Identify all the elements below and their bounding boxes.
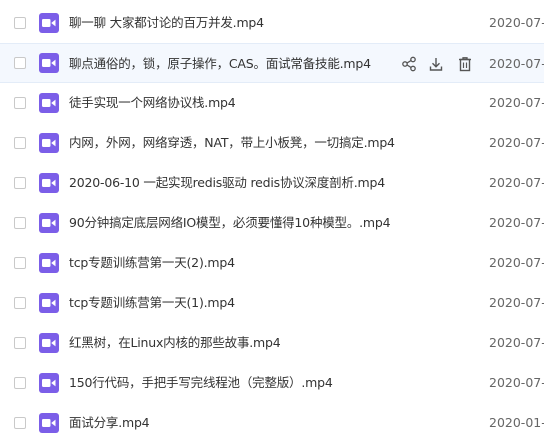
file-date: 2020-07-0 [489,295,544,310]
row-checkbox[interactable] [14,297,26,309]
row-checkbox[interactable] [14,377,26,389]
file-row[interactable]: 2020-06-10 一起实现redis驱动 redis协议深度剖析.mp4 2… [0,163,544,203]
file-name[interactable]: 聊一聊 大家都讨论的百万并发.mp4 [69,3,264,43]
video-file-icon [39,13,59,33]
file-date: 2020-07-0 [489,56,544,71]
file-row[interactable]: 徒手实现一个网络协议栈.mp4 2020-07-0 [0,83,544,123]
file-date: 2020-01-0 [489,415,544,430]
row-actions [400,44,480,84]
file-name[interactable]: 2020-06-10 一起实现redis驱动 redis协议深度剖析.mp4 [69,163,385,203]
file-date: 2020-07-0 [489,215,544,230]
video-file-icon [39,293,59,313]
file-name[interactable]: 聊点通俗的，锁，原子操作，CAS。面试常备技能.mp4 [69,44,371,84]
file-name[interactable]: tcp专题训练营第一天(2).mp4 [69,243,235,283]
file-row[interactable]: 聊一聊 大家都讨论的百万并发.mp4 2020-07-0 [0,3,544,43]
video-file-icon [39,373,59,393]
file-name[interactable]: 90分钟搞定底层网络IO模型，必须要懂得10种模型。.mp4 [69,203,391,243]
row-checkbox[interactable] [14,17,26,29]
file-row[interactable]: 内网，外网，网络穿透，NAT，带上小板凳，一切搞定.mp4 2020-07-0 [0,123,544,163]
file-date: 2020-07-0 [489,15,544,30]
video-file-icon [39,333,59,353]
file-name[interactable]: 徒手实现一个网络协议栈.mp4 [69,83,236,123]
video-file-icon [39,93,59,113]
file-name[interactable]: 150行代码，手把手写完线程池（完整版）.mp4 [69,363,333,403]
video-file-icon [39,53,59,73]
file-row[interactable]: 面试分享.mp4 2020-01-0 [0,403,544,443]
row-checkbox[interactable] [14,57,26,69]
file-row[interactable]: 90分钟搞定底层网络IO模型，必须要懂得10种模型。.mp4 2020-07-0 [0,203,544,243]
video-file-icon [39,253,59,273]
video-file-icon [39,213,59,233]
share-icon[interactable] [401,56,417,72]
row-checkbox[interactable] [14,257,26,269]
video-file-icon [39,133,59,153]
file-date: 2020-07-0 [489,375,544,390]
file-name[interactable]: 内网，外网，网络穿透，NAT，带上小板凳，一切搞定.mp4 [69,123,395,163]
file-date: 2020-07-0 [489,175,544,190]
file-list: 聊一聊 大家都讨论的百万并发.mp4 2020-07-0 聊点通俗的，锁，原子操… [0,0,544,443]
file-name[interactable]: tcp专题训练营第一天(1).mp4 [69,283,235,323]
file-date: 2020-07-0 [489,255,544,270]
file-name[interactable]: 面试分享.mp4 [69,403,150,443]
row-checkbox[interactable] [14,337,26,349]
row-checkbox[interactable] [14,217,26,229]
file-row[interactable]: 红黑树，在Linux内核的那些故事.mp4 2020-07-0 [0,323,544,363]
row-checkbox[interactable] [14,137,26,149]
download-icon[interactable] [428,56,444,72]
file-row[interactable]: 150行代码，手把手写完线程池（完整版）.mp4 2020-07-0 [0,363,544,403]
row-checkbox[interactable] [14,177,26,189]
video-file-icon [39,173,59,193]
file-date: 2020-07-0 [489,95,544,110]
file-row[interactable]: 聊点通俗的，锁，原子操作，CAS。面试常备技能.mp4 2020-07 [0,43,544,83]
delete-icon[interactable] [457,56,473,72]
file-date: 2020-07-0 [489,135,544,150]
video-file-icon [39,413,59,433]
file-row[interactable]: tcp专题训练营第一天(1).mp4 2020-07-0 [0,283,544,323]
file-row[interactable]: tcp专题训练营第一天(2).mp4 2020-07-0 [0,243,544,283]
file-date: 2020-07-0 [489,335,544,350]
row-checkbox[interactable] [14,97,26,109]
file-name[interactable]: 红黑树，在Linux内核的那些故事.mp4 [69,323,281,363]
row-checkbox[interactable] [14,417,26,429]
